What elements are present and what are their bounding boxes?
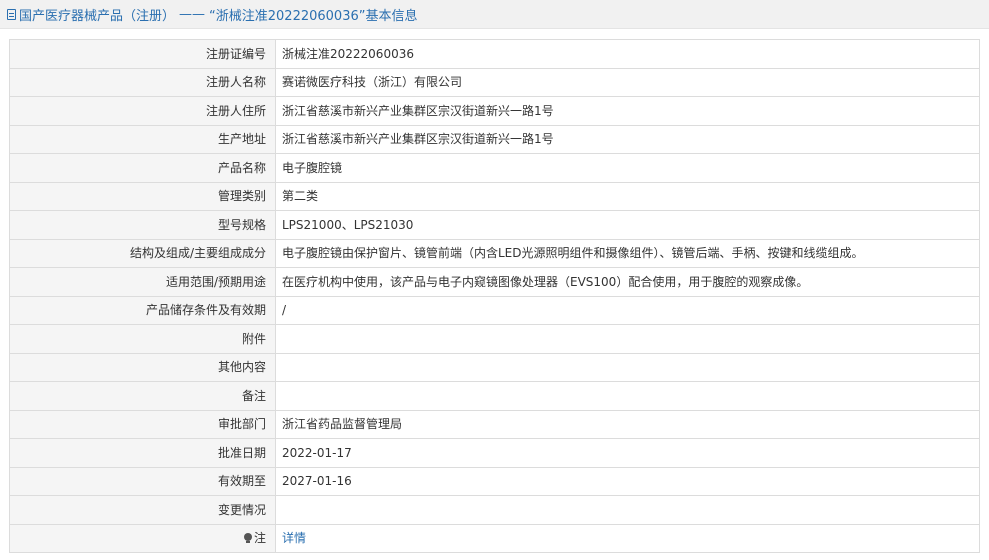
- table-row: 管理类别 第二类: [9, 181, 980, 211]
- row-label: 有效期至: [9, 466, 276, 496]
- row-label: 备注: [9, 381, 276, 411]
- table-row: 附件: [9, 324, 980, 354]
- table-row: 批准日期 2022-01-17: [9, 438, 980, 468]
- table-row: 变更情况: [9, 495, 980, 525]
- row-label: 产品储存条件及有效期: [9, 295, 276, 325]
- row-value: 2027-01-16: [275, 466, 980, 496]
- note-label-cell: 注: [9, 523, 276, 553]
- row-value: 第二类: [275, 181, 980, 211]
- row-value: 电子腹腔镜由保护窗片、镜管前端（内含LED光源照明组件和摄像组件）、镜管后端、手…: [275, 238, 980, 268]
- note-label: 注: [253, 531, 266, 546]
- row-label: 生产地址: [9, 124, 276, 154]
- row-value: [275, 495, 980, 525]
- header-separator: ——: [179, 6, 206, 22]
- table-row: 备注: [9, 381, 980, 411]
- header-section: 国产医疗器械产品（注册）: [19, 8, 176, 24]
- table-row: 其他内容: [9, 352, 980, 382]
- note-value-cell: 详情: [275, 523, 980, 553]
- table-row: 生产地址 浙江省慈溪市新兴产业集群区宗汉街道新兴一路1号: [9, 124, 980, 154]
- row-value: 在医疗机构中使用，该产品与电子内窥镜图像处理器（EVS100）配合使用，用于腹腔…: [275, 267, 980, 297]
- row-value: 电子腹腔镜: [275, 153, 980, 183]
- row-label: 注册人名称: [9, 67, 276, 97]
- row-value: /: [275, 295, 980, 325]
- table-row: 注册人名称 赛诺微医疗科技（浙江）有限公司: [9, 67, 980, 97]
- row-label: 结构及组成/主要组成成分: [9, 238, 276, 268]
- table-row: 产品储存条件及有效期 /: [9, 295, 980, 325]
- row-value: [275, 352, 980, 382]
- header-title: “浙械注准20222060036”基本信息: [209, 8, 418, 24]
- detail-link[interactable]: 详情: [282, 531, 306, 545]
- table-row: 有效期至 2027-01-16: [9, 466, 980, 496]
- row-value: 赛诺微医疗科技（浙江）有限公司: [275, 67, 980, 97]
- row-value: [275, 381, 980, 411]
- row-value: 浙江省慈溪市新兴产业集群区宗汉街道新兴一路1号: [275, 96, 980, 126]
- row-value: 2022-01-17: [275, 438, 980, 468]
- row-label: 产品名称: [9, 153, 276, 183]
- row-label: 其他内容: [9, 352, 276, 382]
- table-row: 适用范围/预期用途 在医疗机构中使用，该产品与电子内窥镜图像处理器（EVS100…: [9, 267, 980, 297]
- row-value: 浙械注准20222060036: [275, 39, 980, 69]
- row-value: [275, 324, 980, 354]
- lightbulb-icon: [243, 533, 252, 544]
- row-label: 变更情况: [9, 495, 276, 525]
- note-row: 注 详情: [9, 523, 980, 553]
- table-row: 注册人住所 浙江省慈溪市新兴产业集群区宗汉街道新兴一路1号: [9, 96, 980, 126]
- table-row: 产品名称 电子腹腔镜: [9, 153, 980, 183]
- row-label: 管理类别: [9, 181, 276, 211]
- basic-info-table: 注册证编号 浙械注准20222060036 注册人名称 赛诺微医疗科技（浙江）有…: [9, 39, 980, 553]
- document-icon: [7, 8, 16, 20]
- table-row: 型号规格 LPS21000、LPS21030: [9, 210, 980, 240]
- row-label: 审批部门: [9, 409, 276, 439]
- row-label: 注册人住所: [9, 96, 276, 126]
- page-header: 国产医疗器械产品（注册） —— “浙械注准20222060036”基本信息: [0, 0, 989, 29]
- row-label: 适用范围/预期用途: [9, 267, 276, 297]
- row-label: 附件: [9, 324, 276, 354]
- row-value: 浙江省药品监督管理局: [275, 409, 980, 439]
- table-row: 结构及组成/主要组成成分 电子腹腔镜由保护窗片、镜管前端（内含LED光源照明组件…: [9, 238, 980, 268]
- row-label: 批准日期: [9, 438, 276, 468]
- row-label: 注册证编号: [9, 39, 276, 69]
- table-row: 注册证编号 浙械注准20222060036: [9, 39, 980, 69]
- row-label: 型号规格: [9, 210, 276, 240]
- row-value: 浙江省慈溪市新兴产业集群区宗汉街道新兴一路1号: [275, 124, 980, 154]
- row-value: LPS21000、LPS21030: [275, 210, 980, 240]
- table-row: 审批部门 浙江省药品监督管理局: [9, 409, 980, 439]
